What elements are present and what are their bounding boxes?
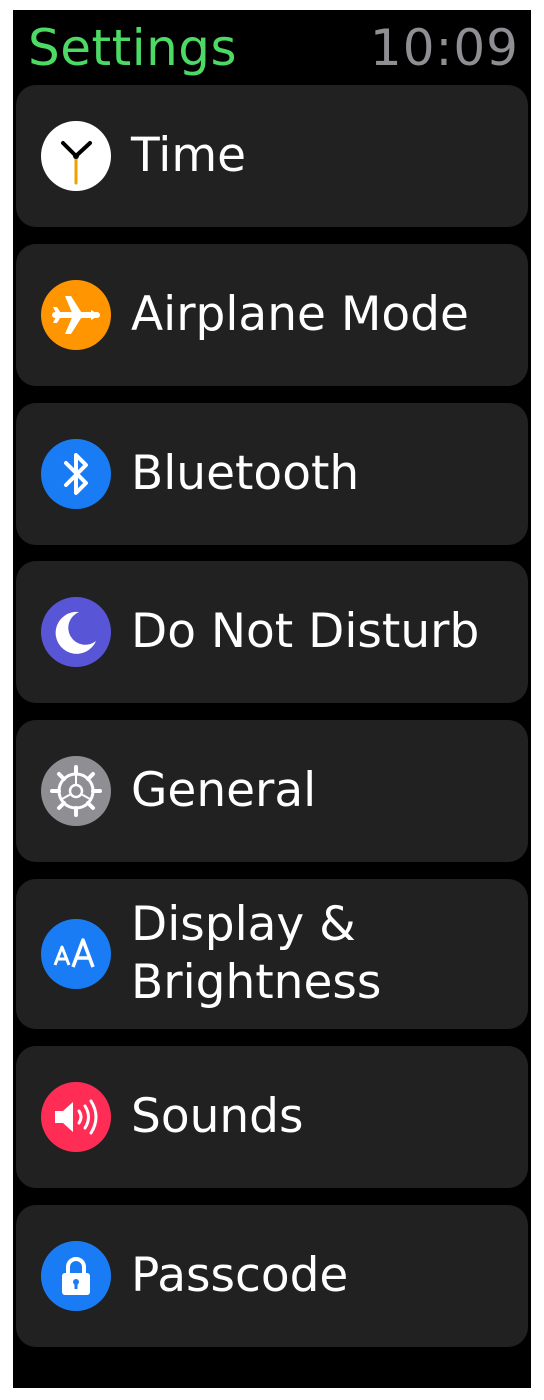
settings-item-airplane-mode[interactable]: Airplane Mode xyxy=(16,244,528,386)
settings-item-passcode[interactable]: Passcode xyxy=(16,1205,528,1347)
settings-item-do-not-disturb[interactable]: Do Not Disturb xyxy=(16,561,528,703)
settings-item-label: Time xyxy=(131,128,247,183)
page-title: Settings xyxy=(28,19,238,77)
moon-icon xyxy=(41,597,111,667)
settings-item-sounds[interactable]: Sounds xyxy=(16,1046,528,1188)
settings-item-time[interactable]: Time xyxy=(16,85,528,227)
text-size-icon xyxy=(41,919,111,989)
settings-item-bluetooth[interactable]: Bluetooth xyxy=(16,403,528,545)
settings-item-general[interactable]: General xyxy=(16,720,528,862)
status-time: 10:09 xyxy=(369,19,519,77)
settings-item-label: Passcode xyxy=(131,1248,349,1303)
clock-icon xyxy=(41,121,111,191)
settings-item-label: Bluetooth xyxy=(131,446,360,501)
watch-screen: Settings 10:09 Time Airplane Mode Blueto… xyxy=(13,10,531,1388)
settings-item-label: Sounds xyxy=(131,1089,304,1144)
airplane-icon xyxy=(41,280,111,350)
settings-item-label: Display & Brightness xyxy=(131,897,382,1010)
settings-item-label: Airplane Mode xyxy=(131,287,469,342)
settings-item-label: Do Not Disturb xyxy=(131,604,480,659)
bluetooth-icon xyxy=(41,439,111,509)
lock-icon xyxy=(41,1241,111,1311)
settings-item-label: General xyxy=(131,763,317,818)
gear-icon xyxy=(41,756,111,826)
speaker-icon xyxy=(41,1082,111,1152)
settings-item-display-brightness[interactable]: Display & Brightness xyxy=(16,879,528,1029)
